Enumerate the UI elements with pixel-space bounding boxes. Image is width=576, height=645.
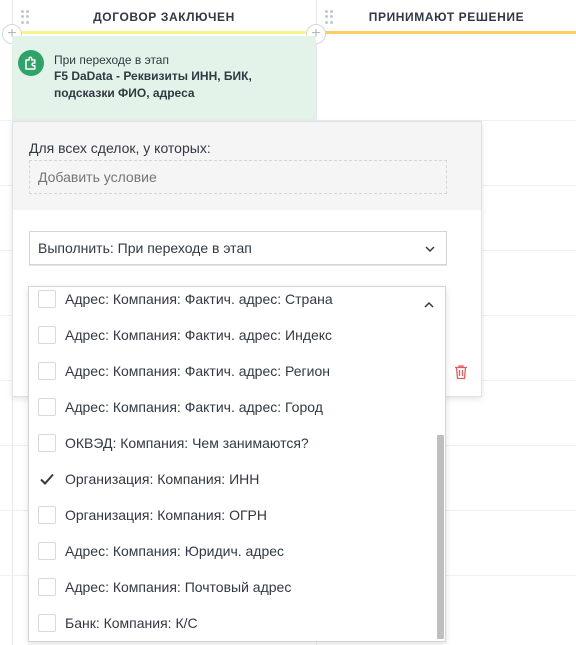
condition-label: Для всех сделок, у которых:	[29, 140, 211, 156]
field-option-label: ОКВЭД: Компания: Чем занимаются?	[65, 435, 309, 451]
field-option-label: Адрес: Компания: Фактич. адрес: Город	[65, 399, 323, 415]
field-option-label: Адрес: Компания: Юридич. адрес	[65, 543, 285, 559]
checkbox[interactable]	[38, 578, 56, 596]
field-select-dropdown[interactable]: Адрес: Компания: Фактич. адрес: Страна А…	[28, 286, 446, 642]
checkbox[interactable]	[38, 362, 56, 380]
trigger-card[interactable]: При переходе в этап F5 DaData - Реквизит…	[12, 36, 316, 120]
execute-select[interactable]: Выполнить: При переходе в этап	[29, 231, 447, 265]
chevron-up-icon[interactable]	[423, 299, 435, 311]
field-option[interactable]: Банк: Компания: К/С	[29, 605, 437, 641]
field-option[interactable]: Адрес: Компания: Фактич. адрес: Индекс	[29, 317, 437, 353]
checkbox[interactable]	[38, 398, 56, 416]
field-option[interactable]: ОКВЭД: Компания: Чем занимаются?	[29, 425, 437, 461]
checkbox[interactable]	[38, 614, 56, 632]
stage-color-bar	[12, 31, 316, 34]
checkbox-checked[interactable]	[38, 470, 56, 488]
field-option[interactable]: Адрес: Компания: Почтовый адрес	[29, 569, 437, 605]
checkbox[interactable]	[38, 326, 56, 344]
stage-title: ДОГОВОР ЗАКЛЮЧЕН	[93, 10, 235, 24]
trash-icon[interactable]	[454, 364, 468, 380]
puzzle-icon	[18, 50, 44, 76]
chevron-down-icon	[425, 246, 435, 253]
checkbox[interactable]	[38, 542, 56, 560]
drag-handle-icon[interactable]	[21, 10, 29, 24]
trigger-caption: При переходе в этап	[54, 53, 169, 67]
field-option-label: Адрес: Компания: Фактич. адрес: Страна	[65, 291, 333, 307]
checkmark-icon	[40, 473, 54, 485]
field-option[interactable]: Адрес: Компания: Юридич. адрес	[29, 533, 437, 569]
field-option[interactable]: Адрес: Компания: Фактич. адрес: Регион	[29, 353, 437, 389]
field-option-label: Адрес: Компания: Фактич. адрес: Индекс	[65, 327, 333, 343]
field-option-label: Организация: Компания: ОГРН	[65, 507, 267, 523]
execute-select-value: Выполнить: При переходе в этап	[38, 240, 252, 256]
trigger-title: F5 DaData - Реквизиты ИНН, БИК, подсказк…	[54, 69, 252, 100]
stage-color-bar	[317, 31, 576, 34]
stage-title: ПРИНИМАЮТ РЕШЕНИЕ	[368, 10, 525, 24]
field-option[interactable]: Адрес: Компания: Фактич. адрес: Страна	[29, 287, 437, 317]
scrollbar-thumb[interactable]	[437, 435, 444, 639]
checkbox[interactable]	[38, 290, 56, 308]
field-option[interactable]: Организация: Компания: ИНН	[29, 461, 437, 497]
field-option-label: Организация: Компания: ИНН	[65, 471, 260, 487]
checkbox[interactable]	[38, 506, 56, 524]
drag-handle-icon[interactable]	[325, 10, 333, 24]
checkbox[interactable]	[38, 434, 56, 452]
field-option-label: Банк: Компания: К/С	[65, 615, 198, 631]
field-option[interactable]: Организация: Компания: ОГРН	[29, 497, 437, 533]
field-option-label: Адрес: Компания: Фактич. адрес: Регион	[65, 363, 330, 379]
stage-header[interactable]: ПРИНИМАЮТ РЕШЕНИЕ	[317, 0, 576, 34]
stage-header[interactable]: ДОГОВОР ЗАКЛЮЧЕН	[12, 0, 316, 34]
add-condition-input[interactable]	[29, 160, 447, 194]
field-option[interactable]: Адрес: Компания: Фактич. адрес: Город	[29, 389, 437, 425]
field-option-label: Адрес: Компания: Почтовый адрес	[65, 579, 292, 595]
